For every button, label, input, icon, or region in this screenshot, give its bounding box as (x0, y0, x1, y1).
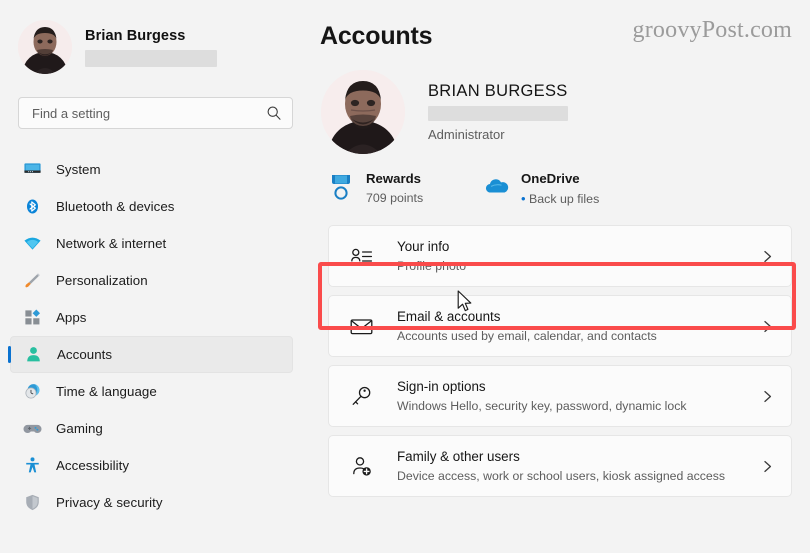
sidebar-item-label: Apps (56, 310, 87, 325)
card-title: Family & other users (397, 449, 520, 465)
your-info-icon (351, 248, 373, 262)
sidebar-item-privacy-security[interactable]: Privacy & security (10, 484, 293, 521)
person-icon (27, 347, 40, 362)
search-input[interactable] (32, 105, 266, 121)
game-controller-icon (23, 424, 42, 434)
badge-subtitle-text: Back up files (529, 191, 600, 206)
avatar (18, 20, 72, 74)
search-box[interactable] (18, 97, 293, 129)
apps-grid-icon (25, 309, 41, 325)
clock-globe-icon (25, 384, 40, 399)
card-subtitle: Profile photo (397, 258, 467, 273)
sidebar-item-label: Network & internet (56, 236, 167, 251)
profile-email-redacted (85, 49, 217, 67)
avatar[interactable] (321, 70, 405, 154)
search-icon (267, 106, 281, 120)
sidebar-item-label: Gaming (56, 421, 103, 436)
sidebar-item-personalization[interactable]: Personalization (10, 262, 293, 299)
badge-subtitle: • Back up files (521, 190, 600, 207)
sidebar-item-label: System (56, 162, 101, 177)
badge-row: Rewards 709 points OneDrive • Back up fi… (328, 171, 792, 207)
onedrive-badge[interactable]: OneDrive • Back up files (483, 171, 600, 207)
main-content: groovyPost.com Accounts BRIAN BURGESS Ad… (310, 0, 810, 553)
sidebar-nav: System Bluetooth & devices Network & int… (0, 151, 310, 521)
sidebar-item-gaming[interactable]: Gaming (10, 410, 293, 447)
card-title: Sign-in options (397, 379, 486, 395)
chevron-right-icon (764, 390, 772, 402)
sidebar-item-label: Privacy & security (56, 495, 163, 510)
card-email-accounts[interactable]: Email & accounts Accounts used by email,… (328, 295, 792, 358)
card-family-other-users[interactable]: Family & other users Device access, work… (328, 435, 792, 498)
card-your-info[interactable]: Your info Profile photo (328, 225, 792, 288)
sidebar-item-apps[interactable]: Apps (10, 299, 293, 336)
account-role: Administrator (428, 127, 505, 143)
wifi-icon (24, 237, 41, 250)
account-hero: BRIAN BURGESS Administrator (321, 70, 792, 154)
key-icon (352, 386, 371, 405)
chevron-right-icon (764, 320, 772, 332)
card-title: Email & accounts (397, 309, 501, 325)
sidebar-item-label: Time & language (56, 384, 157, 399)
badge-title: OneDrive (521, 171, 580, 186)
card-sign-in-options[interactable]: Sign-in options Windows Hello, security … (328, 365, 792, 428)
badge-title: Rewards (366, 171, 421, 186)
card-subtitle: Windows Hello, security key, password, d… (397, 398, 687, 413)
chevron-right-icon (764, 250, 772, 262)
sidebar-item-network-internet[interactable]: Network & internet (10, 225, 293, 262)
account-email-redacted (428, 106, 568, 122)
sidebar-item-time-language[interactable]: Time & language (10, 373, 293, 410)
sidebar-item-label: Accessibility (56, 458, 130, 473)
sidebar-item-system[interactable]: System (10, 151, 293, 188)
settings-card-list: Your info Profile photo Email & accounts… (320, 225, 792, 498)
chevron-right-icon (764, 460, 772, 472)
profile-name: Brian Burgess (85, 28, 186, 45)
sidebar: Brian Burgess System (0, 0, 310, 553)
envelope-icon (350, 319, 373, 334)
sidebar-item-accounts[interactable]: Accounts (8, 336, 293, 373)
onedrive-cloud-icon (485, 179, 509, 193)
sidebar-item-bluetooth-devices[interactable]: Bluetooth & devices (10, 188, 293, 225)
card-title: Your info (397, 239, 450, 255)
add-person-icon (353, 456, 371, 476)
sidebar-item-accessibility[interactable]: Accessibility (10, 447, 293, 484)
sidebar-item-label: Accounts (57, 347, 113, 362)
sidebar-item-label: Bluetooth & devices (56, 199, 175, 214)
account-display-name: BRIAN BURGESS (428, 81, 568, 100)
accessibility-person-icon (26, 457, 39, 473)
system-monitor-icon (24, 163, 41, 173)
card-subtitle: Device access, work or school users, kio… (397, 468, 726, 483)
bluetooth-icon (26, 199, 39, 214)
badge-subtitle: 709 points (366, 190, 424, 205)
status-dot: • (521, 190, 526, 206)
watermark: groovyPost.com (632, 17, 792, 43)
paintbrush-icon (25, 273, 40, 288)
rewards-badge[interactable]: Rewards 709 points (328, 171, 483, 206)
rewards-medal-icon (332, 175, 350, 200)
shield-icon (26, 494, 39, 511)
settings-window: Brian Burgess System (0, 0, 810, 553)
card-subtitle: Accounts used by email, calendar, and co… (397, 328, 657, 343)
sidebar-profile[interactable]: Brian Burgess (0, 14, 310, 76)
sidebar-item-label: Personalization (56, 273, 148, 288)
